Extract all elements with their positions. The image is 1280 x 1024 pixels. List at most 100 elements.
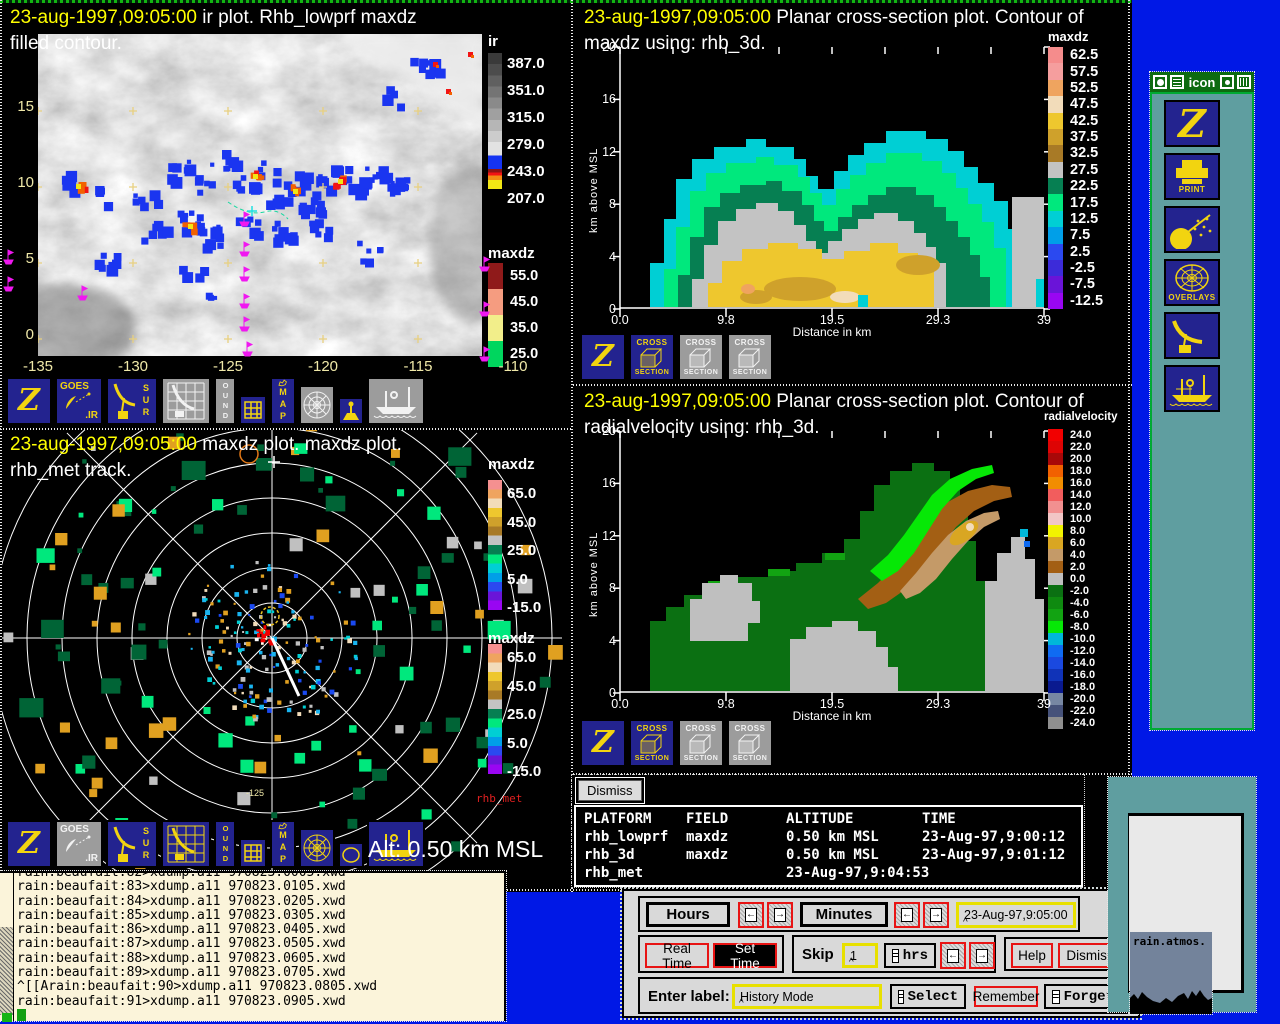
zebra-button[interactable]: Z [6, 377, 52, 425]
cross-section-button[interactable]: CROSSSECTION [727, 719, 773, 767]
iconify-button[interactable] [1237, 75, 1251, 89]
ir-plot-panel[interactable]: 23-aug-1997,09:05:00 ir plot. Rhb_lowprf… [2, 3, 570, 428]
panel-title: 23-aug-1997,09:05:00 Planar cross-sectio… [584, 7, 1084, 29]
zebra-button[interactable]: Z [580, 333, 626, 381]
cross-section-button[interactable]: CROSSSECTION [629, 719, 675, 767]
skip-units-menu[interactable]: hrs [884, 943, 936, 968]
radar-ppi-panel[interactable]: 23-aug-1997,09:05:00 maxdz plot. maxdz p… [2, 430, 570, 875]
overlays-button[interactable]: OVERLAYS [1164, 259, 1220, 306]
table-cell: rhb_3d [584, 847, 635, 863]
latitude-tick: 0 [6, 326, 34, 343]
label-field[interactable]: History Mode^ [732, 984, 882, 1009]
skip-forward-button[interactable]: → [969, 942, 995, 969]
colorbar-title: maxdz [1048, 29, 1088, 44]
circle-button[interactable] [338, 842, 364, 868]
window-list-button[interactable] [1170, 75, 1184, 89]
map-button[interactable]: MAP [270, 377, 296, 425]
circle-icon [341, 846, 361, 864]
polar-grid-icon [302, 833, 332, 863]
data-availability-window: Dismiss PLATFORMFIELDALTITUDETIMErhb_low… [572, 775, 1084, 887]
minutes-forward-button[interactable]: → [923, 902, 949, 928]
terminal-scrollbar[interactable] [0, 873, 14, 1021]
color-swatch [1048, 501, 1063, 513]
surveillance-button[interactable]: SUR [106, 820, 158, 868]
terminal-window[interactable]: rain:beaufait:82>xdump.a11 970823.0005.x… [0, 871, 506, 1021]
cross-section-button[interactable]: CROSSSECTION [678, 719, 724, 767]
skip-field[interactable]: 1^ [842, 943, 878, 968]
y-tick: 4 [590, 634, 616, 648]
color-swatch [1048, 525, 1063, 537]
bounds-button[interactable]: BOUNDS [214, 377, 236, 425]
zebra-logo-button[interactable]: Z [1164, 100, 1220, 147]
icon-window-titlebar[interactable]: icon [1150, 72, 1254, 92]
maxdz-contour-plot [620, 47, 1044, 309]
colorbar-value: 25.0 [507, 706, 536, 723]
grid-button[interactable] [239, 838, 267, 868]
platform-marker-icon [4, 275, 16, 293]
skip-back-button[interactable]: ← [940, 942, 966, 969]
colorbar-value: 57.5 [1070, 64, 1098, 80]
dismiss-button[interactable]: Dismiss [578, 780, 642, 801]
real-time-button[interactable]: Real Time [645, 943, 709, 968]
terminal-line: rain:beaufait:83>xdump.a11 970823.0105.x… [17, 880, 502, 894]
menu-icon [898, 990, 904, 1004]
color-swatch [1048, 513, 1063, 525]
resize-nub[interactable] [2, 1013, 12, 1022]
overlays-web-icon [1174, 263, 1210, 293]
select-menu-button[interactable]: Select [890, 984, 966, 1009]
zebra-button[interactable]: Z [580, 719, 626, 767]
minutes-button[interactable]: Minutes [800, 902, 888, 927]
help-button[interactable]: Help [1011, 943, 1053, 968]
window-dot-button[interactable] [1220, 75, 1234, 89]
load-monitor-window[interactable]: rain.atmos. [1130, 932, 1212, 1014]
color-swatch [1048, 681, 1063, 693]
colorbar-entry: 7.5 [1048, 227, 1126, 243]
menu-icon [1052, 990, 1060, 1004]
radialvelocity-contour-plot [620, 431, 1044, 693]
map-button[interactable]: MAP [270, 820, 296, 868]
set-time-button[interactable]: Set Time [713, 943, 777, 968]
platform-marker-icon [243, 340, 255, 358]
goes-ir-button[interactable]: GOES.IR [55, 820, 103, 868]
hours-forward-button[interactable]: → [767, 902, 793, 928]
cross-section-button[interactable]: CROSSSECTION [678, 333, 724, 381]
buoy-button[interactable] [338, 397, 364, 425]
radar-dish-button[interactable] [1164, 312, 1220, 359]
colorbar-value: 14.0 [1070, 489, 1091, 501]
bounds-button[interactable]: BOUNDS [214, 820, 236, 868]
table-cell: maxdz [686, 829, 728, 845]
radar-grid-button[interactable] [161, 820, 211, 868]
colorbar-entry: -16.0 [1048, 669, 1126, 681]
polar-grid-button[interactable] [299, 828, 335, 868]
grid-button[interactable] [239, 395, 267, 425]
ship-button[interactable] [367, 377, 425, 425]
window-menu-button[interactable] [1153, 75, 1167, 89]
scrollbar-thumb[interactable] [0, 927, 13, 1015]
minutes-back-button[interactable]: ← [894, 902, 920, 928]
satellite-button[interactable] [1164, 206, 1220, 253]
ship-button[interactable] [1164, 365, 1220, 412]
hours-back-button[interactable]: ← [738, 902, 764, 928]
colorbar-value: -6.0 [1070, 609, 1089, 621]
datetime-field[interactable]: 23-Aug-97,9:05:00^ [956, 902, 1076, 928]
print-button[interactable]: PRINT [1164, 153, 1220, 200]
goes-ir-button[interactable]: GOES.IR [55, 377, 103, 425]
cross-section-button[interactable]: CROSSSECTION [727, 333, 773, 381]
table-cell: 0.50 km MSL [786, 829, 879, 845]
cross-section-radialvelocity-panel[interactable]: 23-aug-1997,09:05:00 Planar cross-sectio… [576, 387, 1130, 773]
colorbar-entry: 12.5 [1048, 211, 1126, 227]
map-outline-icon [274, 822, 292, 830]
table-cell: 23-Aug-97,9:04:53 [786, 865, 929, 881]
hours-button[interactable]: Hours [646, 902, 730, 927]
radialvelocity-contours [650, 463, 1044, 691]
polar-grid-button[interactable] [299, 385, 335, 425]
zebra-z-icon: Z [18, 384, 40, 418]
cross-section-button[interactable]: CROSSSECTION [629, 333, 675, 381]
radar-grid-button[interactable] [161, 377, 211, 425]
surveillance-button[interactable]: SUR [106, 377, 158, 425]
load-graph [1130, 988, 1212, 1014]
latitude-tick: 10 [6, 174, 34, 191]
zebra-button[interactable]: Z [6, 820, 52, 868]
cross-section-maxdz-panel[interactable]: 23-aug-1997,09:05:00 Planar cross-sectio… [576, 3, 1130, 383]
remember-button[interactable]: Remember [974, 986, 1038, 1007]
